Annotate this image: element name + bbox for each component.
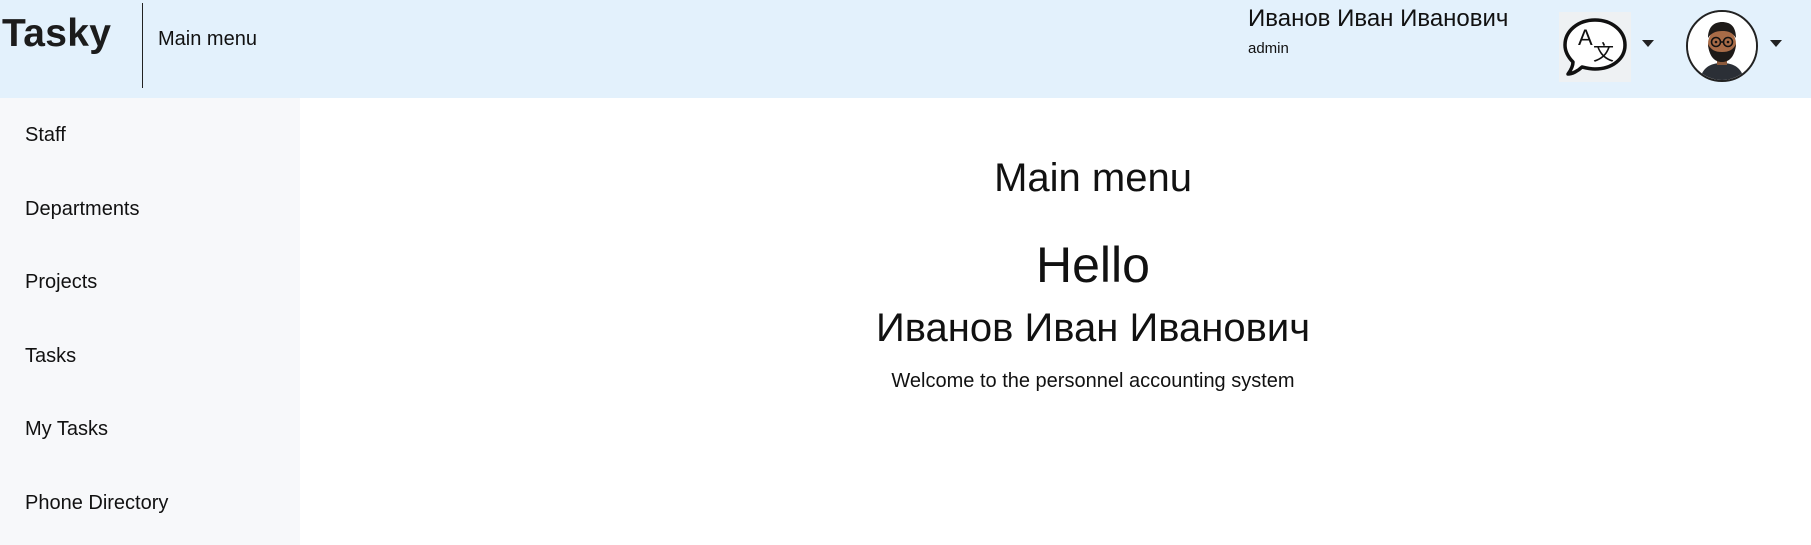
- sidebar-item-staff[interactable]: Staff: [0, 110, 300, 160]
- header-divider: [142, 3, 143, 88]
- user-role: admin: [1248, 40, 1289, 57]
- language-dropdown-button[interactable]: A 文: [1559, 12, 1657, 82]
- user-menu-button[interactable]: [1686, 10, 1786, 82]
- chevron-down-icon: [1770, 40, 1782, 47]
- sidebar-item-phone-directory[interactable]: Phone Directory: [0, 478, 300, 528]
- sidebar-item-my-tasks[interactable]: My Tasks: [0, 404, 300, 454]
- page-title: Main menu: [994, 156, 1192, 200]
- hello-heading: Hello: [1036, 237, 1150, 293]
- sidebar-item-tasks[interactable]: Tasks: [0, 331, 300, 381]
- user-info: Иванов Иван Иванович admin: [1248, 4, 1508, 57]
- greeting-user-name: Иванов Иван Иванович: [875, 306, 1311, 350]
- welcome-text: Welcome to the personnel accounting syst…: [891, 370, 1295, 392]
- sidebar: Staff Departments Projects Tasks My Task…: [0, 98, 300, 545]
- svg-text:文: 文: [1593, 41, 1614, 65]
- sidebar-item-departments[interactable]: Departments: [0, 184, 300, 234]
- top-header: Tasky Main menu Иванов Иван Иванович adm…: [0, 0, 1811, 98]
- sidebar-item-projects[interactable]: Projects: [0, 257, 300, 307]
- svg-text:A: A: [1578, 25, 1593, 50]
- user-name: Иванов Иван Иванович: [1248, 5, 1509, 32]
- translate-icon: A 文: [1559, 12, 1631, 82]
- header-page-title: Main menu: [158, 28, 257, 50]
- avatar: [1686, 10, 1758, 82]
- chevron-down-icon: [1642, 40, 1654, 47]
- app-brand[interactable]: Tasky: [2, 12, 111, 56]
- main-content: Main menu Hello Иванов Иван Иванович Wel…: [300, 98, 1811, 545]
